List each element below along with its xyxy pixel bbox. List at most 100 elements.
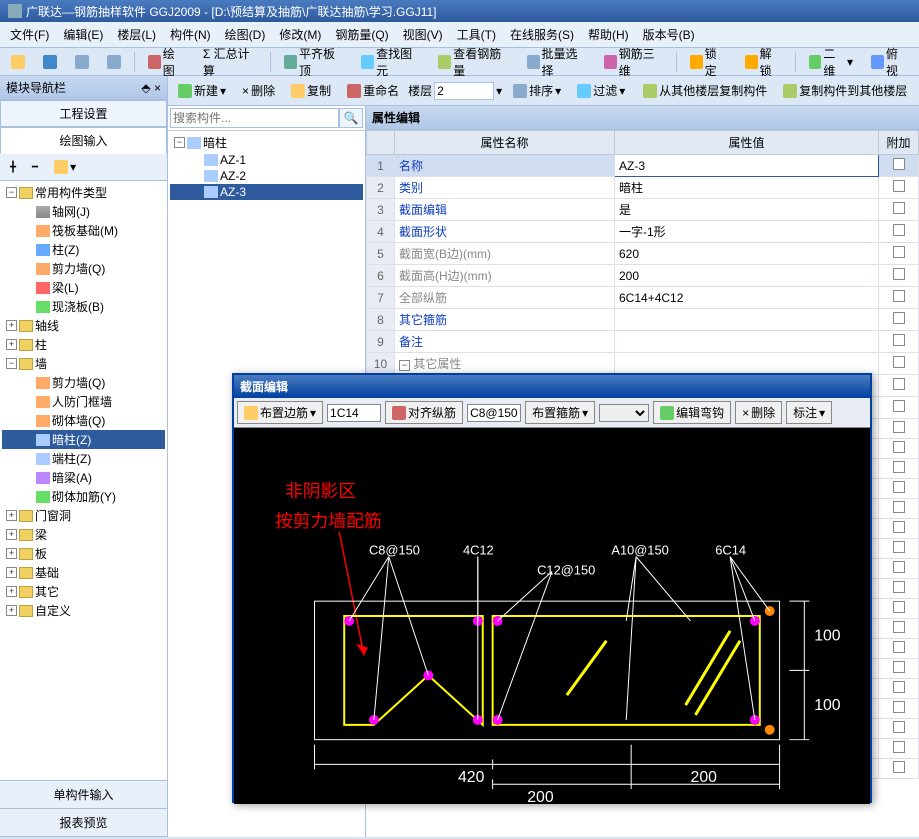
svg-text:200: 200 bbox=[691, 769, 718, 786]
floor-dd[interactable]: ▾ bbox=[496, 84, 502, 98]
clist-az2[interactable]: AZ-2 bbox=[170, 168, 363, 184]
main-toolbar: 绘图 Σ 汇总计算 平齐板顶 查找图元 查看钢筋量 批量选择 钢筋三维 锁定 解… bbox=[0, 48, 919, 76]
tb-save[interactable] bbox=[36, 52, 64, 72]
pin-icon[interactable]: ⬘ × bbox=[141, 81, 161, 95]
tree-collapse[interactable]: ━ bbox=[25, 157, 45, 177]
tree-w3[interactable]: 暗柱(Z) bbox=[2, 430, 165, 449]
floor-input[interactable] bbox=[434, 82, 494, 100]
tree-w5[interactable]: 暗梁(A) bbox=[2, 468, 165, 487]
tree-g-axis[interactable]: +轴线 bbox=[2, 316, 165, 335]
prop-row[interactable]: 6截面高(H边)(mm)200 bbox=[367, 265, 919, 287]
svg-text:100: 100 bbox=[814, 697, 841, 714]
svg-text:C12@150: C12@150 bbox=[537, 562, 595, 577]
tree-slab[interactable]: 现浇板(B) bbox=[2, 297, 165, 316]
tree-beam[interactable]: 梁(L) bbox=[2, 278, 165, 297]
nav-title: 模块导航栏 bbox=[6, 79, 66, 96]
btn-filter[interactable]: 过滤▾ bbox=[570, 79, 632, 102]
svg-text:6C14: 6C14 bbox=[715, 543, 746, 558]
component-toolbar: 新建▾ ×删除 复制 重命名 楼层 ▾ 排序▾ 过滤▾ 从其他楼层复制构件 复制… bbox=[168, 76, 919, 106]
svg-text:100: 100 bbox=[814, 628, 841, 645]
tree-o1[interactable]: +梁 bbox=[2, 525, 165, 544]
btn-copy[interactable]: 复制 bbox=[284, 79, 338, 102]
btn-rename[interactable]: 重命名 bbox=[340, 79, 406, 102]
tree-common[interactable]: −常用构件类型 bbox=[2, 183, 165, 202]
btn-copy-to[interactable]: 复制构件到其他楼层 bbox=[776, 79, 914, 102]
col-name: 属性名称 bbox=[395, 131, 615, 155]
tree-raft[interactable]: 筏板基础(M) bbox=[2, 221, 165, 240]
clist-az1[interactable]: AZ-1 bbox=[170, 152, 363, 168]
nav-panel: 模块导航栏 ⬘ × 工程设置 绘图输入 ╋ ━ ▾ −常用构件类型 轴网(J) … bbox=[0, 76, 168, 837]
anno-2: 按剪力墙配筋 bbox=[275, 511, 382, 531]
prop-row[interactable]: 8其它箍筋 bbox=[367, 309, 919, 331]
tree-expand[interactable]: ╋ bbox=[3, 157, 23, 177]
tree-w4[interactable]: 端柱(Z) bbox=[2, 449, 165, 468]
tab-drawing[interactable]: 绘图输入 bbox=[0, 127, 167, 154]
search-input[interactable] bbox=[170, 108, 339, 128]
app-title: 广联达—钢筋抽样软件 GGJ2009 - [D:\预结算及抽筋\广联达抽筋\学习… bbox=[26, 3, 437, 20]
prop-row[interactable]: 5截面宽(B边)(mm)620 bbox=[367, 243, 919, 265]
tree-g-col[interactable]: +柱 bbox=[2, 335, 165, 354]
btn-sort[interactable]: 排序▾ bbox=[506, 79, 568, 102]
tree-w0[interactable]: 剪力墙(Q) bbox=[2, 373, 165, 392]
prop-title: 属性编辑 bbox=[366, 106, 919, 130]
tree-o5[interactable]: +自定义 bbox=[2, 601, 165, 620]
svg-text:4C12: 4C12 bbox=[463, 543, 494, 558]
tree-o3[interactable]: +基础 bbox=[2, 563, 165, 582]
col-val: 属性值 bbox=[615, 131, 879, 155]
tree-opts[interactable]: ▾ bbox=[47, 157, 83, 177]
tree-shear[interactable]: 剪力墙(Q) bbox=[2, 259, 165, 278]
tree-o4[interactable]: +其它 bbox=[2, 582, 165, 601]
tree-o2[interactable]: +板 bbox=[2, 544, 165, 563]
prop-row[interactable]: 9备注 bbox=[367, 331, 919, 353]
prop-row[interactable]: 3截面编辑是 bbox=[367, 199, 919, 221]
tree-g-wall[interactable]: −墙 bbox=[2, 354, 165, 373]
btn-del[interactable]: ×删除 bbox=[235, 79, 282, 102]
clist-root[interactable]: −暗柱 bbox=[170, 133, 363, 152]
btn-hoop[interactable]: 布置箍筋▾ bbox=[525, 401, 595, 424]
tb-undo[interactable] bbox=[68, 52, 96, 72]
section-editor: 截面编辑 布置边筋▾ 对齐纵筋 布置箍筋▾ 编辑弯钩 ×删除 标注▾ 非阴影区 … bbox=[232, 373, 872, 803]
app-icon bbox=[8, 4, 22, 18]
btn-copy-from[interactable]: 从其他楼层复制构件 bbox=[636, 79, 774, 102]
floor-label: 楼层 bbox=[408, 82, 432, 99]
tree-axis[interactable]: 轴网(J) bbox=[2, 202, 165, 221]
anno-1: 非阴影区 bbox=[285, 481, 356, 501]
tb-redo[interactable] bbox=[100, 52, 128, 72]
search-button[interactable]: 🔍 bbox=[339, 108, 363, 128]
tab-project[interactable]: 工程设置 bbox=[0, 100, 167, 127]
svg-text:420: 420 bbox=[458, 769, 485, 786]
tree-o0[interactable]: +门窗洞 bbox=[2, 506, 165, 525]
clist-az3[interactable]: AZ-3 bbox=[170, 184, 363, 200]
btab-report[interactable]: 报表预览 bbox=[0, 809, 167, 837]
section-title: 截面编辑 bbox=[234, 375, 870, 398]
col-ext: 附加 bbox=[879, 131, 919, 155]
btab-single[interactable]: 单构件输入 bbox=[0, 781, 167, 809]
prop-row[interactable]: 4截面形状一字-1形 bbox=[367, 221, 919, 243]
btn-hook[interactable]: 编辑弯钩 bbox=[653, 401, 731, 424]
section-canvas[interactable]: 非阴影区 按剪力墙配筋 C bbox=[234, 428, 870, 804]
menu-file[interactable]: 文件(F) bbox=[4, 24, 55, 45]
tree-w1[interactable]: 人防门框墙 bbox=[2, 392, 165, 411]
nav-header: 模块导航栏 ⬘ × bbox=[0, 76, 167, 100]
tree-w2[interactable]: 砌体墙(Q) bbox=[2, 411, 165, 430]
hoop-select[interactable] bbox=[599, 404, 649, 422]
title-bar: 广联达—钢筋抽样软件 GGJ2009 - [D:\预结算及抽筋\广联达抽筋\学习… bbox=[0, 0, 919, 22]
tree-w6[interactable]: 砌体加筋(Y) bbox=[2, 487, 165, 506]
nav-tree: −常用构件类型 轴网(J) 筏板基础(M) 柱(Z) 剪力墙(Q) 梁(L) 现… bbox=[0, 181, 167, 780]
tb-open[interactable] bbox=[4, 52, 32, 72]
btn-align-rebar[interactable]: 对齐纵筋 bbox=[385, 401, 463, 424]
btn-annotate[interactable]: 标注▾ bbox=[786, 401, 832, 424]
menu-edit[interactable]: 编辑(E) bbox=[57, 24, 109, 45]
align-input[interactable] bbox=[467, 404, 521, 422]
svg-text:200: 200 bbox=[527, 789, 554, 804]
prop-row[interactable]: 7全部纵筋6C14+4C12 bbox=[367, 287, 919, 309]
prop-row[interactable]: 2类别暗柱 bbox=[367, 177, 919, 199]
btn-edge-rebar[interactable]: 布置边筋▾ bbox=[237, 401, 323, 424]
btn-sect-del[interactable]: ×删除 bbox=[735, 401, 782, 424]
btn-new[interactable]: 新建▾ bbox=[171, 79, 233, 102]
prop-row[interactable]: 10− 其它属性 bbox=[367, 353, 919, 375]
svg-text:A10@150: A10@150 bbox=[611, 543, 668, 558]
tree-col[interactable]: 柱(Z) bbox=[2, 240, 165, 259]
prop-row[interactable]: 1名称AZ-3 bbox=[367, 155, 919, 177]
edge-input[interactable] bbox=[327, 404, 381, 422]
